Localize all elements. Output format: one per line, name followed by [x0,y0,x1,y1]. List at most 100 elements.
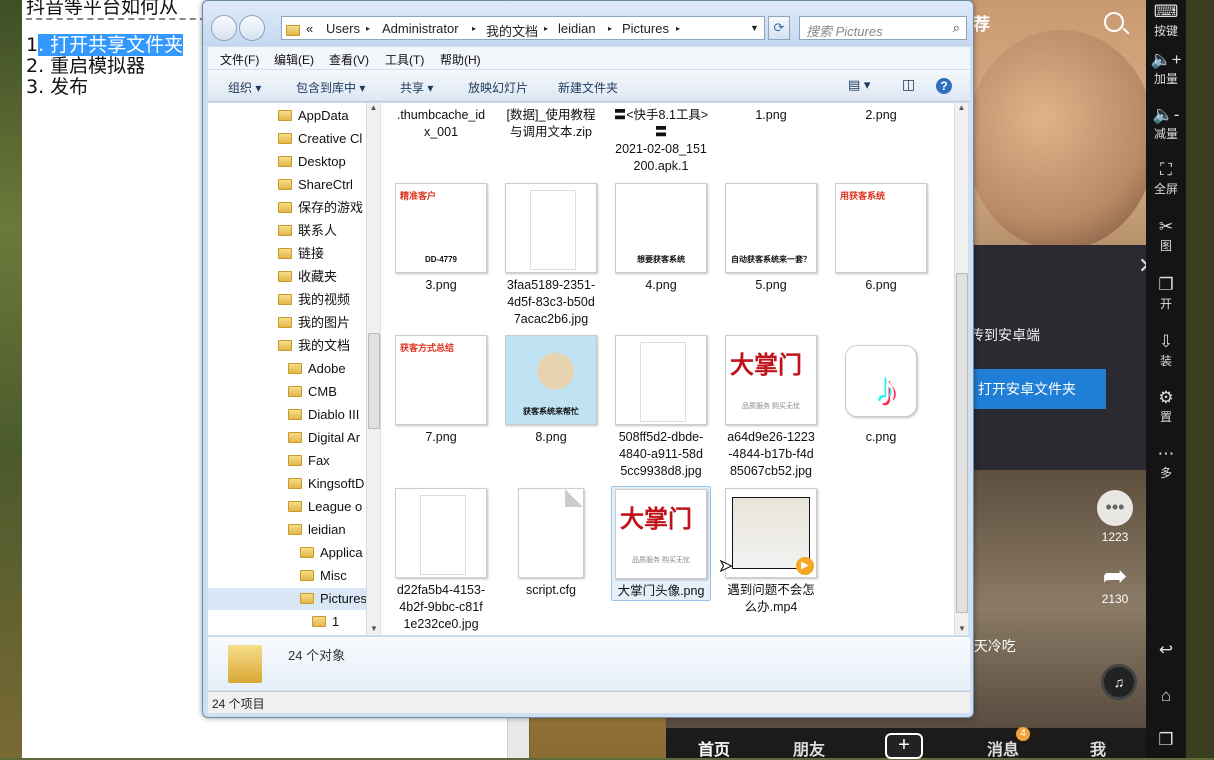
file-item[interactable]: .thumbcache_id x_001 [391,107,491,141]
file-item[interactable]: 大掌门 品质服务 购买无忧 a64d9e26-1223 -4844-b17b-f4… [721,335,821,480]
nav-home[interactable]: 首页 [698,736,730,760]
nav-item[interactable]: AppData [278,105,349,127]
menu-edit[interactable]: 编辑(E) [274,51,314,68]
file-item[interactable]: ▶ 遇到问题不会怎 么办.mp4 [721,488,821,616]
menu-view[interactable]: 查看(V) [329,51,369,68]
crumb-users[interactable]: Users [326,21,360,36]
search-input[interactable]: 搜索 Pictures ⌕ [799,16,967,40]
menu-tools[interactable]: 工具(T) [385,51,424,68]
file-item[interactable]: 〓<快手8.1工具> 〓 2021-02-08_151 200.apk.1 [611,107,711,175]
toolbar-multi-open[interactable]: ❐ 开 [1146,275,1186,312]
toolbar-keymap[interactable]: ⌨ 按键 [1146,2,1186,39]
menu-help[interactable]: 帮助(H) [440,51,481,68]
nav-item[interactable]: CMB [288,381,337,403]
file-item[interactable]: d22fa5b4-4153- 4b2f-9bbc-c81f 1e232ce0.j… [391,488,491,633]
nav-item[interactable]: Creative Cl [278,128,362,150]
crumb-my-documents[interactable]: 我的文档 [486,21,538,39]
toolbar-settings[interactable]: ⚙ 置 [1146,388,1186,425]
address-chevron[interactable]: « [306,21,313,36]
create-button[interactable]: + [885,733,923,759]
nav-messages[interactable]: 消息 [987,736,1019,760]
nav-item[interactable]: 保存的游戏 [278,197,363,219]
scroll-down-icon[interactable]: ▼ [955,624,969,633]
music-disc-icon[interactable]: ♫ [1101,664,1137,700]
nav-item[interactable]: 我的图片 [278,312,350,334]
file-item[interactable]: ♪ c.png [831,335,931,446]
file-item[interactable]: 想要获客系统 4.png [611,183,711,294]
nav-item[interactable]: leidian [288,519,346,541]
forward-button[interactable] [239,15,265,41]
toolbar-more[interactable]: ⋯ 多 [1146,444,1186,481]
file-item[interactable]: 自动获客系统来一套？ 5.png [721,183,821,294]
toolbar-recents[interactable]: ❒ [1146,730,1186,750]
file-item-selected[interactable]: 大掌门 品质服务 购买无忧 大掌门头像.png [611,486,711,601]
nav-item[interactable]: ShareCtrl [278,174,353,196]
explorer-window[interactable]: « Users ▸ Administrator ▸ 我的文档 ▸ leidian… [202,0,974,718]
file-item[interactable]: [数据]_使用教程 与调用文本.zip [501,107,601,141]
help-icon[interactable]: ? [936,78,952,94]
toolbar-volume-down[interactable]: 🔈- 减量 [1146,105,1186,142]
open-android-folder-button[interactable]: 打开安卓文件夹 [970,369,1106,409]
file-item[interactable]: 获客方式总结 7.png [391,335,491,446]
refresh-icon[interactable]: ⟳ [768,16,790,40]
scroll-up-icon[interactable]: ▲ [367,103,380,112]
nav-item[interactable]: 链接 [278,243,324,265]
file-item[interactable]: 获客系统来帮忙 8.png [501,335,601,446]
nav-item[interactable]: Pictures [300,588,367,610]
nav-item[interactable]: 收藏夹 [278,266,337,288]
crumb-administrator[interactable]: Administrator [382,21,459,36]
new-folder-button[interactable]: 新建文件夹 [558,79,618,96]
view-options-icon[interactable]: ▤ ▾ [848,77,870,93]
file-list-scrollbar[interactable]: ▲ ▼ [954,103,968,635]
file-item[interactable]: 1.png [721,107,821,124]
menu-file[interactable]: 文件(F) [220,51,259,68]
scroll-up-icon[interactable]: ▲ [955,103,968,112]
back-button[interactable] [211,15,237,41]
include-in-library-button[interactable]: 包含到库中 ▾ [296,79,365,96]
nav-item[interactable]: Diablo III [288,404,359,426]
nav-item[interactable]: 1 [312,611,339,633]
nav-item[interactable]: League o [288,496,362,518]
nav-item[interactable]: Applica [300,542,363,564]
toolbar-volume-up[interactable]: 🔈+ 加量 [1146,50,1186,87]
toolbar-back[interactable]: ↩ [1146,640,1186,660]
file-item[interactable]: 508ff5d2-dbde- 4840-a911-58d 5cc9938d8.j… [611,335,711,480]
file-item[interactable]: 2.png [831,107,931,124]
toolbar-home[interactable]: ⌂ [1146,686,1186,706]
file-item[interactable]: 用获客系统 6.png [831,183,931,294]
slideshow-button[interactable]: 放映幻灯片 [468,79,528,96]
file-list-scroll-thumb[interactable] [956,273,968,613]
nav-item[interactable]: 我的视频 [278,289,350,311]
nav-item[interactable]: Misc [300,565,347,587]
address-bar[interactable]: « Users ▸ Administrator ▸ 我的文档 ▸ leidian… [281,16,765,40]
scroll-down-icon[interactable]: ▼ [367,624,381,633]
toolbar-fullscreen[interactable]: ⛶ 全屏 [1146,160,1186,197]
toolbar-screenshot[interactable]: ✂ 图 [1146,217,1186,254]
nav-item[interactable]: Desktop [278,151,346,173]
crumb-leidian[interactable]: leidian [558,21,596,36]
crumb-pictures[interactable]: Pictures [622,21,669,36]
file-list[interactable]: .thumbcache_id x_001 [数据]_使用教程 与调用文本.zip… [381,103,954,635]
navigation-scroll-thumb[interactable] [368,333,380,429]
nav-item[interactable]: Fax [288,450,330,472]
file-item[interactable]: script.cfg [501,488,601,599]
nav-item[interactable]: 联系人 [278,220,337,242]
nav-item[interactable]: Adobe [288,358,346,380]
organize-button[interactable]: 组织 ▾ [228,79,261,96]
address-dropdown-icon[interactable]: ▼ [750,23,759,33]
navigation-scrollbar[interactable]: ▲ ▼ [366,103,380,635]
nav-item[interactable]: KingsoftD [288,473,364,495]
file-item[interactable]: 3faa5189-2351- 4d5f-83c3-b50d 7acac2b6.j… [501,183,601,328]
nav-me[interactable]: 我 [1090,736,1106,760]
comment-action[interactable]: ••• 1223 [1090,490,1140,544]
preview-pane-icon[interactable]: ◫ [902,76,915,93]
tab-recommend[interactable]: 荐 [973,10,990,35]
search-icon[interactable] [1104,12,1124,32]
navigation-pane[interactable]: AppData Creative Cl Desktop ShareCtrl 保存的游戏联… [208,103,370,635]
nav-friends[interactable]: 朋友 [793,736,825,760]
share-button[interactable]: 共享 ▾ [400,79,433,96]
share-action[interactable]: ➦ 2130 [1090,562,1140,607]
toolbar-install[interactable]: ⇩ 装 [1146,332,1186,369]
file-item[interactable]: 精准客户 DD-4779 3.png [391,183,491,294]
nav-item[interactable]: Digital Ar [288,427,360,449]
